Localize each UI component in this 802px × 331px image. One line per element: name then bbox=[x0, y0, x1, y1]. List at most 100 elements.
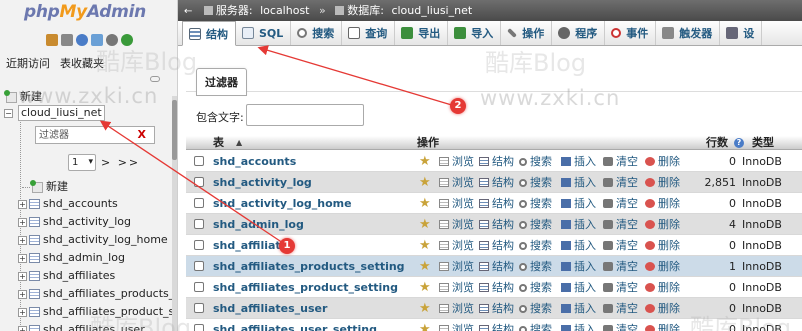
settings-icon[interactable] bbox=[106, 34, 118, 46]
favorite-star-icon[interactable]: ★ bbox=[419, 214, 431, 235]
sidebar-table-item[interactable]: + shd_affiliates bbox=[18, 267, 115, 285]
insert-action[interactable]: 插入 bbox=[561, 277, 596, 298]
tab-events[interactable]: 事件 bbox=[605, 21, 657, 45]
structure-action[interactable]: 结构 bbox=[479, 319, 514, 331]
row-checkbox[interactable] bbox=[194, 177, 204, 187]
search-action[interactable]: 搜索 bbox=[519, 172, 552, 193]
table-row[interactable]: shd_affiliates_user_setting ★ 浏览 结构 搜索 插入 清空 删除… bbox=[186, 319, 802, 331]
row-checkbox[interactable] bbox=[194, 282, 204, 292]
empty-action[interactable]: 清空 bbox=[603, 235, 638, 256]
header-type[interactable]: 类型 bbox=[752, 136, 774, 150]
expand-icon[interactable]: + bbox=[18, 325, 27, 331]
logout-icon[interactable] bbox=[61, 34, 73, 46]
insert-action[interactable]: 插入 bbox=[561, 193, 596, 214]
table-row[interactable]: shd_affiliates_product_setting ★ 浏览 结构 搜索 插入 清… bbox=[186, 277, 802, 298]
link-with-main-icon[interactable] bbox=[150, 76, 160, 82]
collapse-icon[interactable]: − bbox=[4, 108, 13, 118]
sidebar-table-item[interactable]: + shd_accounts bbox=[18, 195, 118, 213]
tab-export[interactable]: 导出 bbox=[395, 21, 449, 45]
browse-action[interactable]: 浏览 bbox=[439, 193, 474, 214]
page-select[interactable]: 1 bbox=[68, 154, 96, 171]
table-name-link[interactable]: shd_affiliates_user_setting bbox=[213, 319, 377, 331]
next-page-link[interactable]: > >> bbox=[101, 156, 140, 169]
favorite-tables-link[interactable]: 表收藏夹 bbox=[60, 55, 104, 71]
structure-action[interactable]: 结构 bbox=[479, 277, 514, 298]
sidebar-table-item[interactable]: + shd_activity_log bbox=[18, 213, 131, 231]
db-tree-expander-row[interactable]: − bbox=[4, 104, 15, 122]
table-name-link[interactable]: shd_accounts bbox=[213, 151, 296, 172]
expand-icon[interactable]: + bbox=[18, 199, 27, 209]
insert-action[interactable]: 插入 bbox=[561, 235, 596, 256]
table-row[interactable]: shd_affiliates_products_setting ★ 浏览 结构 搜索 插入… bbox=[186, 256, 802, 277]
sidebar-scrollbar[interactable] bbox=[172, 96, 177, 331]
tab-search[interactable]: 搜索 bbox=[291, 21, 343, 45]
home-icon[interactable] bbox=[46, 34, 58, 46]
structure-action[interactable]: 结构 bbox=[479, 298, 514, 319]
table-name-link[interactable]: shd_activity_log_home bbox=[213, 193, 352, 214]
database-link[interactable]: cloud_liusi_net bbox=[391, 4, 472, 17]
row-checkbox[interactable] bbox=[194, 261, 204, 271]
insert-action[interactable]: 插入 bbox=[561, 319, 596, 331]
phpmyadmin-logo[interactable]: phpMyAdmin bbox=[24, 2, 146, 22]
table-name-link[interactable]: shd_affiliates_user bbox=[213, 298, 327, 319]
browse-action[interactable]: 浏览 bbox=[439, 298, 474, 319]
expand-icon[interactable]: + bbox=[18, 271, 27, 281]
tab-triggers[interactable]: 触发器 bbox=[656, 21, 721, 45]
insert-action[interactable]: 插入 bbox=[561, 214, 596, 235]
table-name-link[interactable]: shd_activity_log bbox=[213, 172, 312, 193]
tab-import[interactable]: 导入 bbox=[448, 21, 502, 45]
structure-action[interactable]: 结构 bbox=[479, 151, 514, 172]
empty-action[interactable]: 清空 bbox=[603, 277, 638, 298]
tab-query[interactable]: 查询 bbox=[342, 21, 396, 45]
expand-icon[interactable]: + bbox=[18, 217, 27, 227]
search-action[interactable]: 搜索 bbox=[519, 256, 552, 277]
search-action[interactable]: 搜索 bbox=[519, 151, 552, 172]
table-row[interactable]: shd_activity_log_home ★ 浏览 结构 搜索 插入 清空 删除 0 InnoD… bbox=[186, 193, 802, 214]
search-action[interactable]: 搜索 bbox=[519, 235, 552, 256]
table-row[interactable]: shd_affiliates_user ★ 浏览 结构 搜索 插入 清空 删除 0 InnoDB bbox=[186, 298, 802, 319]
empty-action[interactable]: 清空 bbox=[603, 151, 638, 172]
table-row[interactable]: shd_accounts ★ 浏览 结构 搜索 插入 清空 删除 0 InnoDB bbox=[186, 151, 802, 172]
header-rows[interactable]: 行数 bbox=[706, 136, 728, 150]
tab-sql[interactable]: SQL bbox=[236, 21, 292, 45]
expand-icon[interactable]: + bbox=[18, 307, 27, 317]
search-action[interactable]: 搜索 bbox=[519, 214, 552, 235]
reload-icon[interactable] bbox=[121, 34, 133, 46]
row-checkbox[interactable] bbox=[194, 240, 204, 250]
sidebar-table-item[interactable]: + shd_affiliates_user bbox=[18, 321, 145, 331]
favorite-star-icon[interactable]: ★ bbox=[419, 298, 431, 319]
expand-icon[interactable]: + bbox=[18, 289, 27, 299]
contains-text-input[interactable] bbox=[246, 104, 364, 126]
browse-action[interactable]: 浏览 bbox=[439, 277, 474, 298]
favorite-star-icon[interactable]: ★ bbox=[419, 319, 431, 331]
table-name-link[interactable]: shd_admin_log bbox=[213, 214, 304, 235]
favorite-star-icon[interactable]: ★ bbox=[419, 151, 431, 172]
documentation-icon[interactable] bbox=[91, 34, 103, 46]
tab-structure[interactable]: 结构 bbox=[182, 21, 236, 46]
structure-action[interactable]: 结构 bbox=[479, 214, 514, 235]
table-name-link[interactable]: shd_affiliates_products_setting bbox=[213, 256, 405, 277]
expand-icon[interactable]: + bbox=[18, 235, 27, 245]
sidebar-table-item[interactable]: + shd_activity_log_home bbox=[18, 231, 168, 249]
sort-asc-icon[interactable]: ▲ bbox=[236, 136, 242, 150]
structure-action[interactable]: 结构 bbox=[479, 235, 514, 256]
row-checkbox[interactable] bbox=[194, 219, 204, 229]
row-checkbox[interactable] bbox=[194, 156, 204, 166]
table-row[interactable]: shd_activity_log ★ 浏览 结构 搜索 插入 清空 删除 2,851 InnoDB bbox=[186, 172, 802, 193]
insert-action[interactable]: 插入 bbox=[561, 298, 596, 319]
browse-action[interactable]: 浏览 bbox=[439, 235, 474, 256]
search-action[interactable]: 搜索 bbox=[519, 319, 552, 331]
insert-action[interactable]: 插入 bbox=[561, 172, 596, 193]
row-checkbox[interactable] bbox=[194, 303, 204, 313]
sidebar-table-item[interactable]: + shd_affiliates_product_se bbox=[18, 303, 177, 321]
current-database-item[interactable]: cloud_liusi_net bbox=[18, 105, 105, 121]
empty-action[interactable]: 清空 bbox=[603, 298, 638, 319]
structure-action[interactable]: 结构 bbox=[479, 256, 514, 277]
new-table-row[interactable]: 新建 bbox=[22, 178, 68, 196]
rows-help-icon[interactable]: ? bbox=[734, 138, 744, 148]
browse-action[interactable]: 浏览 bbox=[439, 256, 474, 277]
row-checkbox[interactable] bbox=[194, 324, 204, 331]
sidebar-table-item[interactable]: + shd_admin_log bbox=[18, 249, 125, 267]
browse-action[interactable]: 浏览 bbox=[439, 214, 474, 235]
sidebar-table-item[interactable]: + shd_affiliates_products_s bbox=[18, 285, 177, 303]
